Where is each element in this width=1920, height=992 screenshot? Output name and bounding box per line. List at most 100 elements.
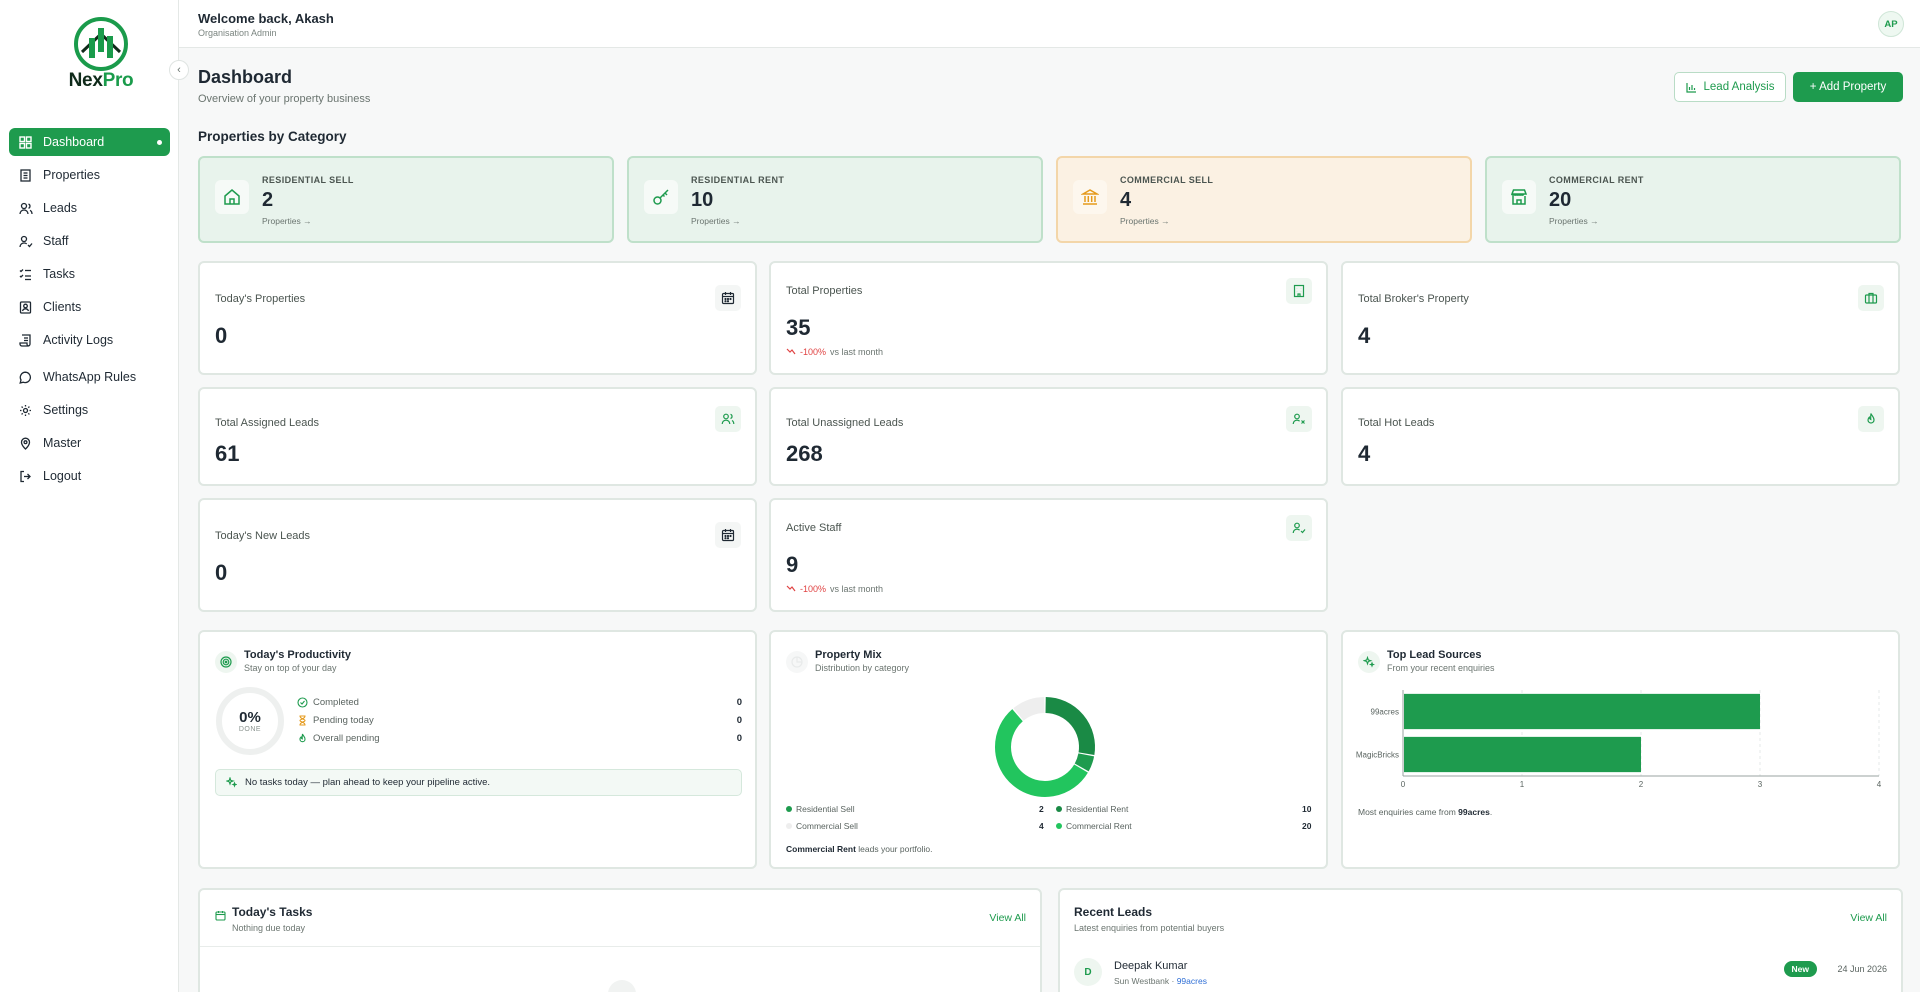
category-value: 10 xyxy=(691,189,714,211)
bar[interactable] xyxy=(1404,693,1760,730)
legend-commercial-sell: Commercial Sell xyxy=(786,821,858,831)
donut-slice[interactable] xyxy=(1074,753,1095,772)
donut-slice[interactable] xyxy=(1013,697,1045,721)
productivity-row-overall: Overall pending 0 xyxy=(296,732,742,744)
category-label: COMMERCIAL RENT xyxy=(1549,175,1644,185)
category-card-residential-sell[interactable]: RESIDENTIAL SELL 2 Properties → xyxy=(198,156,614,243)
stat-card-assigned-leads[interactable]: Total Assigned Leads 61 xyxy=(198,387,757,486)
main-content: Welcome back, Akash Organisation Admin A… xyxy=(179,0,1920,992)
divider xyxy=(200,946,1040,947)
productivity-percent: 0% xyxy=(239,709,261,726)
bar[interactable] xyxy=(1404,736,1641,773)
stat-label: Total Broker's Property xyxy=(1358,293,1469,305)
legend-label: Commercial Sell xyxy=(796,821,858,831)
sidebar-item-leads[interactable]: Leads xyxy=(9,194,170,222)
tasks-view-all-link[interactable]: View All xyxy=(989,912,1026,924)
productivity-done-label: DONE xyxy=(238,726,262,733)
user-avatar[interactable]: AP xyxy=(1878,11,1904,37)
sidebar-item-label: WhatsApp Rules xyxy=(43,370,137,384)
sidebar-item-whatsapp-rules[interactable]: WhatsApp Rules xyxy=(9,363,170,391)
lead-sources-subtitle: From your recent enquiries xyxy=(1387,663,1495,673)
sparkles-icon xyxy=(226,777,237,788)
donut-slice[interactable] xyxy=(1045,697,1095,755)
category-link[interactable]: Properties → xyxy=(1549,216,1599,226)
category-card-commercial-rent[interactable]: COMMERCIAL RENT 20 Properties → xyxy=(1485,156,1901,243)
sidebar-item-activity-logs[interactable]: Activity Logs xyxy=(9,326,170,354)
legend-label: Commercial Rent xyxy=(1066,821,1132,831)
legend-value: 10 xyxy=(1302,804,1312,814)
recent-leads-view-all-link[interactable]: View All xyxy=(1850,912,1887,924)
sidebar-item-label: Staff xyxy=(43,234,69,248)
lead-name: Deepak Kumar xyxy=(1114,960,1188,972)
stat-card-total-brokers-property[interactable]: Total Broker's Property 4 xyxy=(1341,261,1900,375)
scroll-icon xyxy=(18,333,33,348)
property-mix-panel: Property Mix Distribution by category Re… xyxy=(769,630,1328,869)
no-tasks-text: No tasks today — plan ahead to keep your… xyxy=(245,777,491,788)
legend-residential-rent: Residential Rent xyxy=(1056,804,1128,814)
lead-analysis-button[interactable]: Lead Analysis xyxy=(1674,72,1786,102)
sidebar-item-dashboard[interactable]: Dashboard xyxy=(9,128,170,156)
sidebar-item-properties[interactable]: Properties xyxy=(9,161,170,189)
productivity-panel: Today's Productivity Stay on top of your… xyxy=(198,630,757,869)
lead-project: Sun Westbank xyxy=(1114,976,1170,986)
row-value: 0 xyxy=(736,696,742,708)
lead-sources-chart: 0 1 2 3 4 99acres MagicBricks xyxy=(1356,690,1882,789)
key-icon xyxy=(644,180,678,214)
property-mix-title: Property Mix xyxy=(815,649,882,661)
lead-sources-title: Top Lead Sources xyxy=(1387,649,1482,661)
category-value: 2 xyxy=(262,189,274,211)
property-mix-subtitle: Distribution by category xyxy=(815,663,910,673)
sidebar-item-master[interactable]: Master xyxy=(9,429,170,457)
todays-tasks-panel: Today's Tasks Nothing due today View All xyxy=(198,888,1042,992)
category-value: 20 xyxy=(1549,189,1572,211)
pie-chart-icon xyxy=(786,651,808,673)
add-property-label: + Add Property xyxy=(1809,81,1887,93)
recent-leads-title: Recent Leads xyxy=(1074,905,1153,919)
category-card-residential-rent[interactable]: RESIDENTIAL RENT 10 Properties → xyxy=(627,156,1043,243)
trend-note: vs last month xyxy=(830,347,884,357)
stat-card-unassigned-leads[interactable]: Total Unassigned Leads 268 xyxy=(769,387,1328,486)
user-check-icon xyxy=(1286,515,1312,541)
sidebar-item-label: Settings xyxy=(43,403,89,417)
x-tick-label: 3 xyxy=(1758,780,1763,789)
row-value: 0 xyxy=(736,714,742,726)
sidebar-item-clients[interactable]: Clients xyxy=(9,293,170,321)
stat-card-total-properties[interactable]: Total Properties 35 -100% vs last month xyxy=(769,261,1328,375)
property-mix-note: Commercial Rent leads your portfolio. xyxy=(786,844,932,854)
sidebar-item-staff[interactable]: Staff xyxy=(9,227,170,255)
src-note-pre: Most enquiries came from xyxy=(1358,807,1459,817)
category-label: RESIDENTIAL RENT xyxy=(691,175,785,185)
sidebar-item-label: Activity Logs xyxy=(43,333,114,347)
stat-card-todays-properties[interactable]: Today's Properties 0 xyxy=(198,261,757,375)
category-link[interactable]: Properties → xyxy=(262,216,312,226)
brand-name: NexPro xyxy=(69,70,134,92)
bank-icon xyxy=(1073,180,1107,214)
brand-logo[interactable]: NexPro xyxy=(58,16,144,94)
x-tick-label: 2 xyxy=(1639,780,1644,789)
calendar-icon xyxy=(715,522,741,548)
category-card-commercial-sell[interactable]: COMMERCIAL SELL 4 Properties → xyxy=(1056,156,1472,243)
collapse-sidebar-button[interactable]: ‹ xyxy=(169,60,189,80)
add-property-button[interactable]: + Add Property xyxy=(1793,72,1903,102)
calendar-icon xyxy=(715,285,741,311)
sidebar-item-logout[interactable]: Logout xyxy=(9,462,170,490)
lead-analysis-label: Lead Analysis xyxy=(1703,81,1775,93)
sidebar: NexPro ‹ Dashboard Properties Leads Staf… xyxy=(0,0,189,992)
legend-value: 20 xyxy=(1302,821,1312,831)
sidebar-item-settings[interactable]: Settings xyxy=(9,396,170,424)
donut-slice[interactable] xyxy=(995,709,1088,797)
category-link[interactable]: Properties → xyxy=(1120,216,1170,226)
user-check-icon xyxy=(18,234,33,249)
stat-card-active-staff[interactable]: Active Staff 9 -100% vs last month xyxy=(769,498,1328,612)
user-role: Organisation Admin xyxy=(198,28,277,38)
sidebar-item-tasks[interactable]: Tasks xyxy=(9,260,170,288)
map-pin-icon xyxy=(18,436,33,451)
stat-card-hot-leads[interactable]: Total Hot Leads 4 xyxy=(1341,387,1900,486)
sparkles-icon xyxy=(1358,651,1380,673)
stat-card-new-leads[interactable]: Today's New Leads 0 xyxy=(198,498,757,612)
trend-down-icon xyxy=(786,348,796,355)
sidebar-item-label: Tasks xyxy=(43,267,75,281)
y-tick-label: 99acres xyxy=(1371,708,1399,717)
lead-status-badge: New xyxy=(1783,961,1817,977)
category-link[interactable]: Properties → xyxy=(691,216,741,226)
